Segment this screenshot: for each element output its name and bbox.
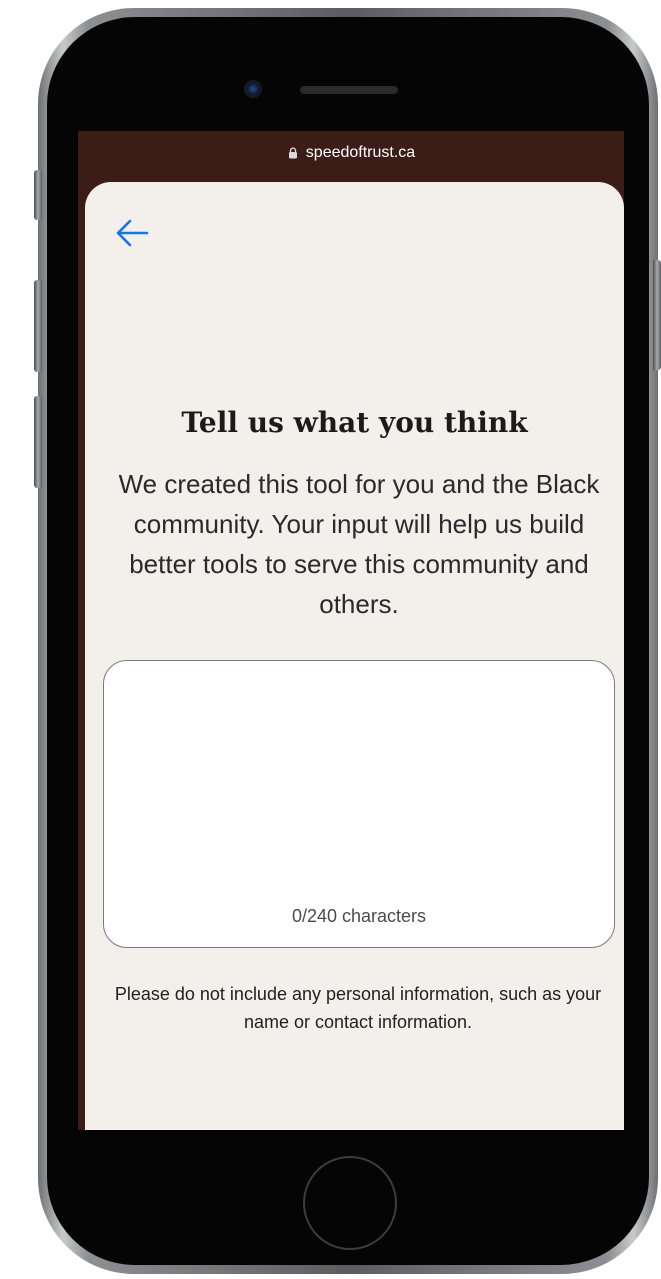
browser-url-bar[interactable]: speedoftrust.ca: [78, 131, 624, 175]
back-arrow-icon: [116, 219, 149, 247]
character-counter: 0/240 characters: [291, 906, 427, 926]
screen: speedoftrust.ca Tell us what you think W…: [78, 131, 624, 1130]
feedback-input-box[interactable]: 0/240 characters: [103, 660, 615, 948]
earpiece-speaker: [300, 86, 398, 94]
front-camera: [244, 80, 262, 98]
lock-icon: [288, 147, 297, 159]
page-description: We created this tool for you and the Bla…: [118, 469, 600, 619]
volume-down-button: [34, 396, 42, 488]
privacy-disclaimer: Please do not include any personal infor…: [114, 984, 602, 1032]
volume-up-button: [34, 280, 42, 372]
feedback-textarea[interactable]: [120, 675, 602, 891]
page-title: Tell us what you think: [181, 406, 528, 439]
back-button[interactable]: [113, 214, 153, 254]
power-button: [653, 260, 661, 370]
url-text: speedoftrust.ca: [305, 144, 416, 161]
mute-switch: [34, 170, 42, 220]
home-button[interactable]: [303, 1156, 397, 1250]
feedback-sheet: Tell us what you think We created this t…: [85, 182, 624, 1130]
